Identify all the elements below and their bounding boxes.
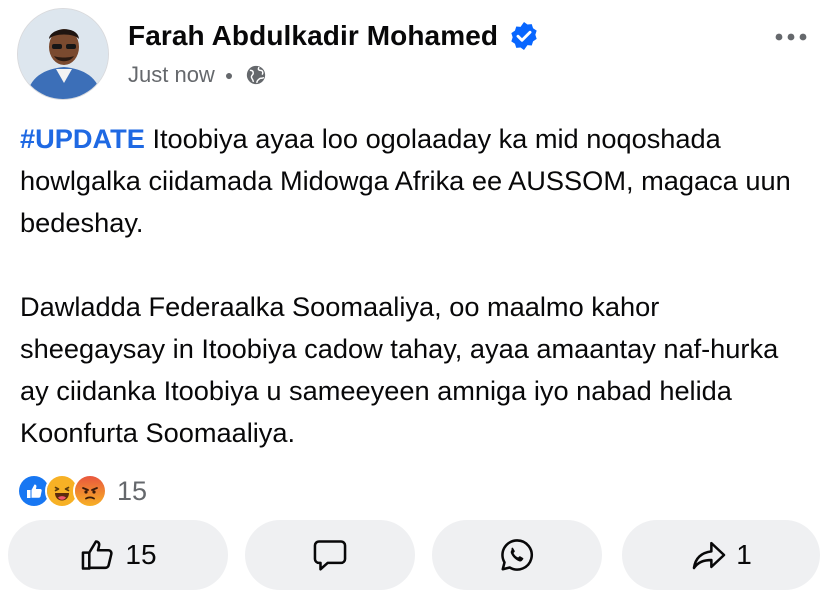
author-avatar[interactable]	[17, 8, 109, 100]
globe-icon[interactable]	[245, 64, 267, 86]
share-button[interactable]: 1	[622, 520, 820, 590]
like-button[interactable]: 15	[8, 520, 228, 590]
more-options-icon[interactable]	[774, 30, 808, 44]
reactions-summary[interactable]: 15	[17, 474, 147, 508]
post-timestamp[interactable]: Just now	[128, 62, 215, 88]
author-header: Farah Abdulkadir Mohamed	[128, 20, 540, 52]
reaction-count: 15	[117, 475, 148, 506]
angry-icon	[73, 474, 107, 508]
share-arrow-icon	[690, 536, 728, 574]
post-meta: Just now ●	[128, 62, 267, 88]
like-count: 15	[125, 539, 157, 570]
post-paragraph-2: Dawladda Federaalka Soomaaliya, oo maalm…	[20, 291, 779, 448]
author-name[interactable]: Farah Abdulkadir Mohamed	[128, 20, 498, 52]
post-paragraph-1: #UPDATE Itoobiya ayaa loo ogolaaday ka m…	[20, 118, 810, 244]
whatsapp-icon	[498, 536, 536, 574]
verified-badge-icon	[508, 20, 540, 52]
meta-separator: ●	[224, 67, 234, 83]
share-count: 1	[736, 539, 752, 570]
thumbs-up-icon	[79, 536, 117, 574]
hashtag-link[interactable]: #UPDATE	[20, 123, 145, 154]
post-text: #UPDATE Itoobiya ayaa loo ogolaaday ka m…	[20, 118, 810, 454]
whatsapp-share-button[interactable]	[432, 520, 602, 590]
comment-icon	[311, 536, 349, 574]
comment-button[interactable]	[245, 520, 415, 590]
